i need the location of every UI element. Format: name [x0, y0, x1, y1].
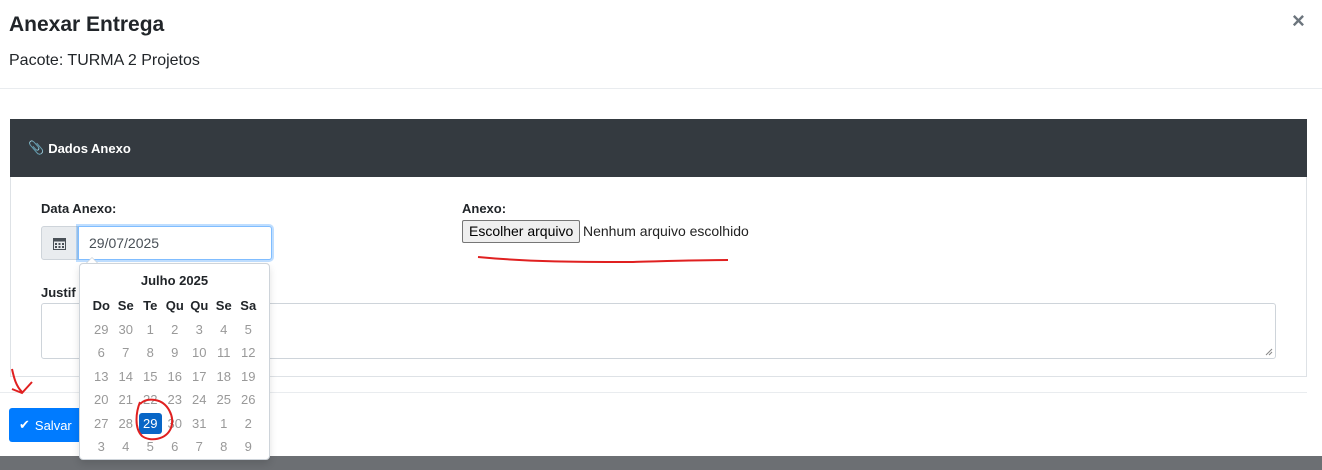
- datepicker-grid: Do Se Te Qu Qu Se Sa 29 30 1 2 3 4 5 6 7 8 9 10 11 12 13 14 15 1…: [89, 294, 261, 459]
- day-cell[interactable]: 30: [163, 412, 188, 436]
- weekday-header: Te: [143, 298, 158, 314]
- card-header-title: Dados Anexo: [48, 140, 131, 156]
- day-cell[interactable]: 24: [187, 388, 212, 412]
- day-cell[interactable]: 14: [114, 365, 139, 389]
- day-cell[interactable]: 3: [89, 435, 114, 459]
- day-cell[interactable]: 23: [163, 388, 188, 412]
- weekday-header: Sa: [240, 298, 257, 314]
- day-cell[interactable]: 7: [187, 435, 212, 459]
- day-cell-selected[interactable]: 29: [139, 412, 162, 434]
- day-cell[interactable]: 4: [212, 318, 237, 342]
- day-cell[interactable]: 5: [138, 435, 163, 459]
- day-cell[interactable]: 31: [187, 412, 212, 436]
- close-icon[interactable]: ×: [1292, 10, 1305, 32]
- day-cell[interactable]: 11: [212, 341, 237, 365]
- day-cell[interactable]: 17: [187, 365, 212, 389]
- choose-file-button[interactable]: Escolher arquivo: [462, 220, 581, 243]
- datepicker: Julho 2025 Do Se Te Qu Qu Se Sa 29 30 1 2 3 4 5 6 7 8 9 10…: [79, 263, 270, 460]
- day-cell[interactable]: 26: [236, 388, 261, 412]
- day-cell[interactable]: 19: [236, 365, 261, 389]
- day-cell[interactable]: 3: [187, 318, 212, 342]
- save-button-label: Salvar: [34, 417, 72, 433]
- day-cell[interactable]: 30: [114, 318, 139, 342]
- weekday-header: Se: [215, 298, 232, 314]
- justification-label: Justif: [41, 285, 76, 300]
- day-cell[interactable]: 20: [89, 388, 114, 412]
- day-cell[interactable]: 8: [212, 435, 237, 459]
- header-divider: [0, 88, 1322, 89]
- weekday-header: Qu: [165, 298, 184, 314]
- calendar-glyph: [53, 237, 66, 250]
- day-cell[interactable]: 12: [236, 341, 261, 365]
- day-cell[interactable]: 2: [163, 318, 188, 342]
- weekday-header: Qu: [190, 298, 209, 314]
- day-cell[interactable]: 10: [187, 341, 212, 365]
- day-cell[interactable]: 16: [163, 365, 188, 389]
- modal-subtitle: Pacote: TURMA 2 Projetos: [9, 52, 200, 69]
- day-cell[interactable]: 9: [236, 435, 261, 459]
- day-cell[interactable]: 4: [114, 435, 139, 459]
- card-header: 📎 Dados Anexo: [10, 119, 1307, 177]
- save-button[interactable]: ✔ Salvar: [9, 408, 82, 442]
- day-cell[interactable]: 15: [138, 365, 163, 389]
- day-cell[interactable]: 22: [138, 388, 163, 412]
- day-cell[interactable]: 6: [89, 341, 114, 365]
- day-cell[interactable]: 9: [163, 341, 188, 365]
- date-label: Data Anexo:: [41, 201, 117, 216]
- calendar-icon[interactable]: [41, 226, 78, 260]
- day-cell[interactable]: 29: [89, 318, 114, 342]
- day-cell[interactable]: 2: [236, 412, 261, 436]
- resize-grip-icon[interactable]: [1265, 348, 1273, 356]
- day-cell[interactable]: 5: [236, 318, 261, 342]
- weekday-header: Do: [92, 298, 110, 314]
- day-cell[interactable]: 7: [114, 341, 139, 365]
- day-cell[interactable]: 8: [138, 341, 163, 365]
- attachment-label: Anexo:: [462, 201, 507, 216]
- paperclip-icon: 📎: [28, 140, 45, 155]
- day-cell[interactable]: 1: [138, 318, 163, 342]
- modal-title: Anexar Entrega: [9, 13, 165, 36]
- day-cell[interactable]: 21: [114, 388, 139, 412]
- check-icon: ✔: [19, 417, 30, 432]
- datepicker-month-title: Julho 2025: [140, 273, 209, 288]
- date-input[interactable]: [78, 226, 272, 260]
- day-cell[interactable]: 25: [212, 388, 237, 412]
- day-cell[interactable]: 1: [212, 412, 237, 436]
- day-cell[interactable]: 28: [114, 412, 139, 436]
- day-cell[interactable]: 18: [212, 365, 237, 389]
- day-cell[interactable]: 6: [163, 435, 188, 459]
- datepicker-caret-inner: [87, 258, 97, 263]
- file-status: Nenhum arquivo escolhido: [583, 223, 749, 239]
- day-cell[interactable]: 13: [89, 365, 114, 389]
- weekday-header: Se: [117, 298, 134, 314]
- day-cell[interactable]: 27: [89, 412, 114, 436]
